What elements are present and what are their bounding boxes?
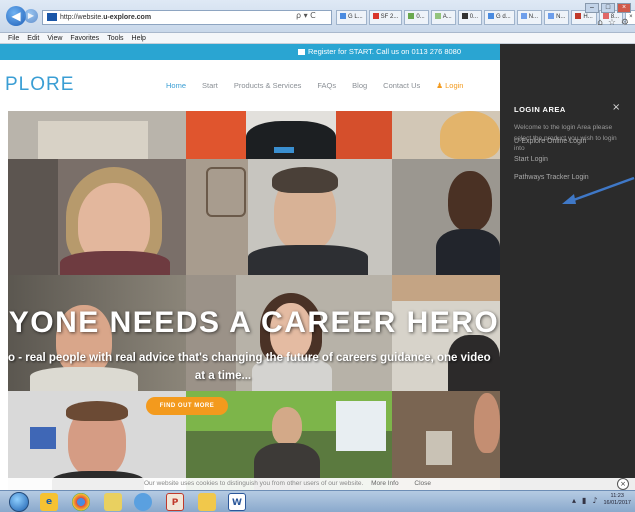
tab[interactable]: SF 2...	[368, 10, 403, 25]
video-tile[interactable]	[8, 111, 186, 159]
address-controls[interactable]: ρ ▾ C	[296, 11, 316, 20]
site-header: PLORE Home Start Products & Services FAQ…	[0, 60, 500, 111]
star-icon[interactable]: ☆	[608, 18, 616, 28]
find-out-more-button[interactable]: FIND OUT MORE	[146, 397, 228, 415]
taskbar: e P W ▴ ▮ ♪ 11:23 16/01/2017	[0, 490, 635, 512]
tab[interactable]: A...	[430, 10, 456, 25]
home-icon[interactable]: ⌂	[597, 18, 603, 28]
browser-icons: ⌂ ☆ ⚙	[597, 18, 629, 28]
login-panel: LOGIN AREA × Welcome to the login Area p…	[500, 44, 635, 490]
clock-date: 16/01/2017	[603, 500, 631, 506]
menu-view[interactable]: View	[47, 33, 62, 43]
chrome-icon[interactable]	[72, 493, 90, 511]
menu-help[interactable]: Help	[132, 33, 146, 43]
word-icon[interactable]: W	[228, 493, 246, 511]
video-tile[interactable]	[186, 159, 392, 275]
site-favicon-icon	[47, 13, 57, 22]
hero-banner: YONE NEEDS A CAREER HERO o - real people…	[8, 111, 500, 490]
arrow-up-icon[interactable]: ▴	[572, 496, 576, 505]
close-circle-icon[interactable]: ×	[617, 478, 629, 490]
video-tile[interactable]	[392, 391, 500, 490]
nav-blog[interactable]: Blog	[352, 81, 367, 90]
explorer-icon[interactable]	[104, 493, 122, 511]
start-login-link[interactable]: Start Login	[514, 156, 548, 163]
web-page: Register for START. Call us on 0113 276 …	[0, 44, 635, 490]
nav-login[interactable]: ♟ Login	[436, 81, 463, 90]
tab[interactable]: 0...	[404, 10, 429, 25]
gear-icon[interactable]: ⚙	[621, 18, 629, 28]
network-icon[interactable]: ▮	[582, 496, 586, 505]
google-icon	[340, 13, 346, 20]
tab[interactable]: G L...	[336, 10, 367, 25]
page-icon	[461, 13, 468, 20]
google-icon	[488, 13, 495, 20]
page-icon	[520, 13, 527, 20]
close-icon[interactable]: ×	[612, 102, 620, 113]
hero-subline-continued: at a time...	[194, 370, 252, 382]
menu-tools[interactable]: Tools	[107, 33, 123, 43]
nav-products-services[interactable]: Products & Services	[234, 81, 302, 90]
volume-icon[interactable]: ♪	[592, 496, 597, 505]
login-panel-title: LOGIN AREA	[514, 105, 566, 114]
register-text: Register for START. Call us on 0113 276 …	[308, 47, 462, 56]
site-logo[interactable]: PLORE	[5, 74, 74, 96]
close-window-button[interactable]: ×	[617, 3, 631, 13]
maximize-button[interactable]: □	[601, 3, 615, 13]
paint-icon[interactable]: P	[166, 493, 184, 511]
u-explore-online-login-link[interactable]: U-Explore Online Login	[514, 138, 586, 145]
page-icon	[548, 13, 555, 20]
address-bar[interactable]: http://website.u-explore.com	[42, 10, 332, 25]
firefox-icon[interactable]	[134, 493, 152, 511]
tab[interactable]: N...	[544, 10, 570, 25]
menu-favorites[interactable]: Favorites	[70, 33, 99, 43]
hero-headline: YONE NEEDS A CAREER HERO	[8, 306, 500, 339]
folder-icon[interactable]	[198, 493, 216, 511]
cookie-close-link[interactable]: Close	[414, 480, 431, 487]
minimize-button[interactable]: –	[585, 3, 599, 13]
window-controls: – □ ×	[585, 3, 631, 13]
more-info-link[interactable]: More Info	[371, 480, 398, 487]
tab[interactable]: N...	[516, 10, 543, 25]
cookie-bar: Our website uses cookies to distinguish …	[0, 478, 635, 490]
nav-start[interactable]: Start	[202, 81, 218, 90]
url-prefix: http://website.	[60, 14, 104, 21]
register-icon	[298, 49, 305, 56]
cookie-text: Our website uses cookies to distinguish …	[144, 480, 364, 487]
page-icon	[575, 13, 582, 20]
tab[interactable]: G d...	[484, 10, 515, 25]
menu-file[interactable]: File	[8, 33, 19, 43]
nav-faqs[interactable]: FAQs	[317, 81, 336, 90]
hero-subline: o - real people with real advice that's …	[8, 352, 491, 364]
page-icon	[408, 13, 415, 20]
main-nav: Home Start Products & Services FAQs Blog…	[166, 81, 463, 90]
ie-icon[interactable]: e	[40, 493, 58, 511]
forward-arrow-icon[interactable]: ▶	[24, 9, 38, 23]
back-arrow-icon[interactable]: ◀	[6, 6, 26, 26]
menu-bar: File Edit View Favorites Tools Help	[0, 33, 635, 44]
sf-icon	[372, 13, 379, 20]
video-tile[interactable]	[392, 159, 500, 275]
start-button[interactable]	[9, 492, 29, 512]
annotation-arrow-icon	[562, 176, 635, 204]
clock-time: 11:23	[610, 493, 624, 499]
system-tray: ▴ ▮ ♪ 11:23 16/01/2017	[572, 493, 631, 507]
nav-home[interactable]: Home	[166, 81, 186, 90]
tab[interactable]: 0...	[457, 10, 483, 25]
video-tile[interactable]	[186, 111, 392, 159]
video-tile[interactable]	[392, 111, 500, 159]
nav-contact-us[interactable]: Contact Us	[383, 81, 420, 90]
clock[interactable]: 11:23 16/01/2017	[603, 493, 631, 507]
person-icon: ♟	[436, 81, 444, 90]
video-tile[interactable]	[8, 159, 186, 275]
browser-toolbar: ◀ ▶ http://website.u-explore.com ρ ▾ C G…	[0, 0, 635, 33]
menu-edit[interactable]: Edit	[27, 33, 39, 43]
page-icon	[434, 13, 441, 20]
url-domain: u-explore.com	[103, 14, 152, 21]
